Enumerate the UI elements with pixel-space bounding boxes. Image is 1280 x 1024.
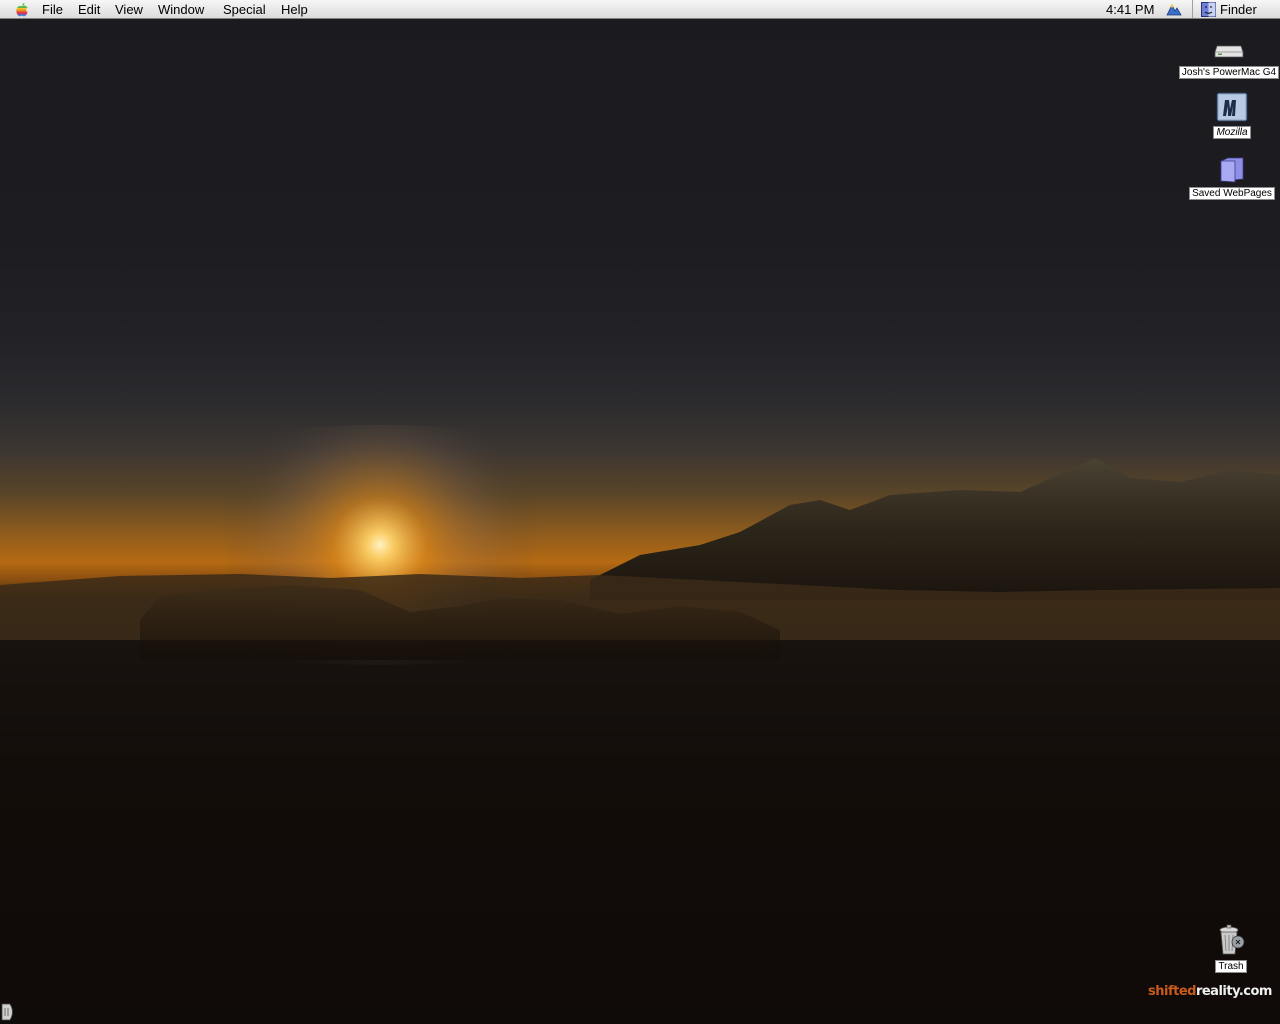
hard-drive-icon bbox=[1214, 45, 1244, 58]
apple-logo-icon[interactable] bbox=[14, 2, 30, 18]
control-strip-tab[interactable] bbox=[0, 1002, 16, 1022]
app-menu-divider bbox=[1192, 0, 1193, 18]
mozilla-app-icon bbox=[1216, 92, 1248, 122]
menu-file[interactable]: File bbox=[42, 2, 63, 17]
desktop-icon-label: Josh's PowerMac G4 bbox=[1178, 66, 1280, 79]
desktop-wallpaper[interactable] bbox=[0, 0, 1280, 1024]
desktop-icon-trash[interactable]: Trash bbox=[1208, 924, 1254, 974]
trash-icon bbox=[1219, 924, 1245, 955]
active-app-name[interactable]: Finder bbox=[1220, 2, 1257, 17]
desktop-icon-label: Saved WebPages bbox=[1189, 187, 1275, 200]
menu-window[interactable]: Window bbox=[158, 2, 204, 17]
menu-bar: File Edit View Window Special Help 4:41 … bbox=[0, 0, 1280, 19]
control-strip-icon[interactable] bbox=[1166, 2, 1182, 17]
sunset-landscape bbox=[0, 425, 1280, 1024]
desktop-icon-saved-webpages[interactable]: Saved WebPages bbox=[1186, 155, 1278, 201]
finder-icon[interactable] bbox=[1201, 2, 1216, 17]
watermark-part-two: reality.com bbox=[1195, 984, 1273, 999]
menu-clock[interactable]: 4:41 PM bbox=[1106, 2, 1154, 17]
menu-special[interactable]: Special bbox=[223, 2, 266, 17]
menu-view[interactable]: View bbox=[115, 2, 143, 17]
desktop-icon-hard-drive[interactable]: Josh's PowerMac G4 bbox=[1178, 40, 1280, 80]
desktop-icon-label: Mozilla bbox=[1213, 126, 1251, 139]
desktop-icon-mozilla[interactable]: Mozilla bbox=[1206, 92, 1258, 140]
menu-help[interactable]: Help bbox=[281, 2, 308, 17]
menu-edit[interactable]: Edit bbox=[78, 2, 100, 17]
folder-icon bbox=[1220, 157, 1244, 183]
desktop-icon-label: Trash bbox=[1215, 960, 1247, 973]
wallpaper-watermark: shiftedreality.com bbox=[1148, 984, 1272, 999]
watermark-part-one: shifted bbox=[1148, 984, 1196, 999]
